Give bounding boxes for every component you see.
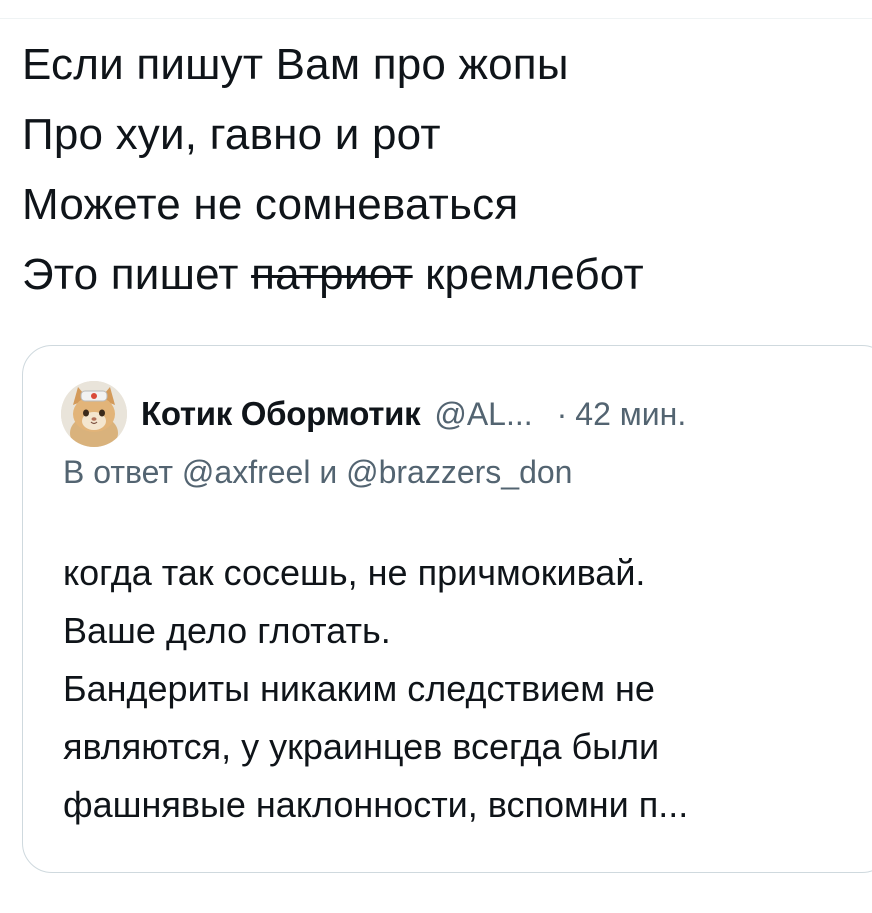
tweet-line-3: Можете не сомневаться xyxy=(22,180,519,229)
quoted-tweet-text: когда так сосешь, не причмокивай. Ваше д… xyxy=(63,544,863,834)
tweet-text: Если пишут Вам про жопы Про хуи, гавно и… xyxy=(22,30,852,310)
quote-line-3: Бандериты никаким следствием не xyxy=(63,668,655,709)
cat-avatar-icon[interactable] xyxy=(61,381,127,447)
tweet-line-1: Если пишут Вам про жопы xyxy=(22,40,569,89)
reply-to-line[interactable]: В ответ @axfreel и @brazzers_don xyxy=(63,454,572,491)
quoted-tweet-card[interactable]: Котик Обормотик @AL... · 42 мин. В ответ… xyxy=(22,345,872,873)
tweet-time[interactable]: 42 мин. xyxy=(575,396,686,433)
quote-line-1: когда так сосешь, не причмокивай. xyxy=(63,552,646,593)
separator-dot: · xyxy=(556,395,568,432)
author-handle[interactable]: @AL... xyxy=(434,396,532,433)
quote-line-2: Ваше дело глотать. xyxy=(63,610,391,651)
struck-word: патриот xyxy=(251,250,413,299)
quoted-tweet-header: Котик Обормотик @AL... · 42 мин. xyxy=(61,381,686,447)
tweet-line-4: Это пишет патриот кремлебот xyxy=(22,240,852,310)
tweet-line-2: Про хуи, гавно и рот xyxy=(22,110,441,159)
quote-line-4: являются, у украинцев всегда были xyxy=(63,726,660,767)
tweet-line-4-suffix: кремлебот xyxy=(412,250,644,299)
tweet-line-4-prefix: Это пишет xyxy=(22,250,252,299)
author-name[interactable]: Котик Обормотик xyxy=(141,395,421,433)
top-divider xyxy=(0,18,872,19)
quote-line-5: фашнявые наклонности, вспомни п... xyxy=(63,784,689,825)
